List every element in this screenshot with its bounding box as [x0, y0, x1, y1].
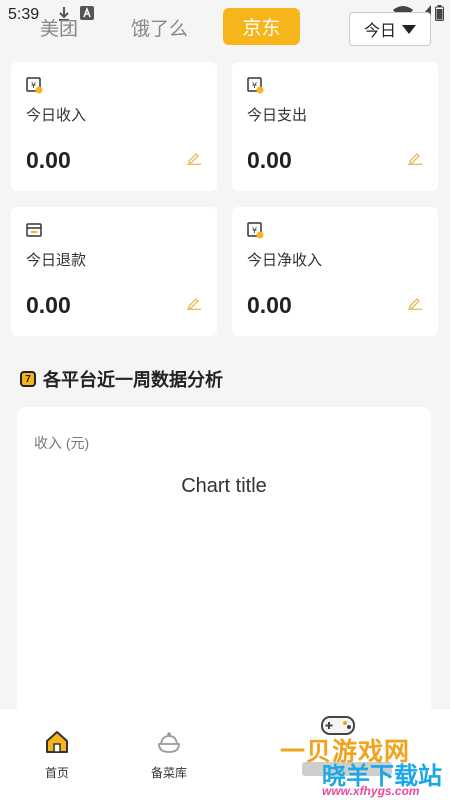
edit-icon[interactable]	[407, 296, 423, 310]
card-value: 0.00	[247, 292, 292, 318]
yuan-note-icon: ¥	[247, 77, 264, 94]
edit-icon[interactable]	[186, 151, 202, 165]
section-badge-icon: 7	[20, 371, 36, 387]
stat-card-refund: 今日退款 0.00	[11, 207, 217, 336]
yuan-note-icon: ¥	[247, 222, 264, 239]
date-range-value: 今日	[363, 23, 396, 40]
yuan-note-icon: ¥	[26, 77, 43, 94]
nav-label: 备菜库	[150, 766, 187, 780]
top-bar: 5:39 美团 饿了么 京东 今日	[0, 0, 450, 52]
edit-icon[interactable]	[407, 151, 423, 165]
dish-icon	[158, 732, 180, 753]
nav-item-home[interactable]: 首页	[17, 729, 97, 781]
tab-meituan[interactable]: 美团	[40, 14, 78, 41]
svg-text:¥: ¥	[252, 81, 257, 90]
stat-card-expense: ¥ 今日支出 0.00	[232, 62, 438, 191]
nav-item-dish-library[interactable]: 备菜库	[129, 729, 209, 781]
stat-card-income: ¥ 今日收入 0.00	[11, 62, 217, 191]
card-value: 0.00	[26, 147, 71, 173]
tab-jd[interactable]: 京东	[223, 8, 300, 45]
svg-text:¥: ¥	[252, 226, 257, 235]
card-label: 今日净收入	[247, 252, 323, 269]
section-title: 各平台近一周数据分析	[43, 370, 223, 390]
stat-card-net-income: ¥ 今日净收入 0.00	[232, 207, 438, 336]
weekly-chart-panel: 收入 (元) Chart title	[17, 407, 431, 717]
app-notification-icon	[80, 6, 94, 20]
edit-icon[interactable]	[186, 296, 202, 310]
card-value: 0.00	[247, 147, 292, 173]
chart-y-axis-label: 收入 (元)	[34, 435, 90, 451]
section-heading: 7 各平台近一周数据分析	[20, 366, 223, 392]
date-range-select[interactable]: 今日	[349, 12, 431, 46]
site-watermark: 一贝游戏网 晓羊下载站 www.xfhygs.com	[262, 712, 450, 800]
card-value: 0.00	[26, 292, 71, 318]
refund-card-icon	[26, 223, 42, 237]
tab-eleme[interactable]: 饿了么	[131, 14, 188, 41]
watermark-url: www.xfhygs.com	[322, 784, 420, 798]
svg-text:¥: ¥	[31, 81, 36, 90]
chart-title: Chart title	[181, 475, 267, 497]
status-time: 5:39	[8, 6, 40, 23]
card-label: 今日支出	[247, 107, 308, 124]
nav-label: 首页	[44, 766, 69, 780]
card-label: 今日收入	[26, 107, 87, 124]
card-label: 今日退款	[26, 252, 87, 269]
caret-down-icon	[402, 24, 416, 34]
home-icon	[46, 731, 68, 753]
battery-icon	[435, 5, 444, 21]
